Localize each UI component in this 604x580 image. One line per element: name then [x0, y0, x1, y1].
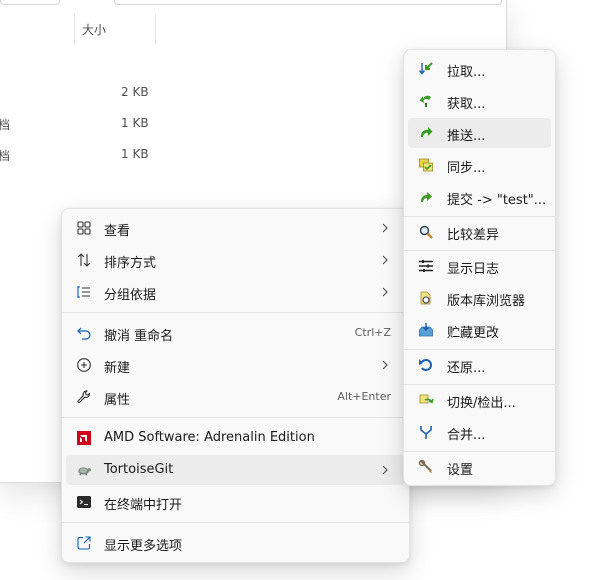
tortoise-icon — [78, 467, 91, 476]
submenu-item-show-log[interactable]: 显示日志 — [408, 251, 551, 281]
submenu-item-label: 比较差异 — [447, 228, 500, 243]
toolbar-box-left — [0, 0, 60, 5]
file-type: 档 — [0, 149, 11, 163]
pull-icon — [418, 62, 433, 75]
undo-icon — [77, 327, 91, 340]
submenu-item-label: 推送... — [447, 129, 486, 144]
repo-browser-icon — [420, 291, 431, 305]
terminal-icon — [77, 496, 91, 508]
menu-item-view[interactable]: 查看 — [66, 213, 405, 243]
submenu-item-push[interactable]: 推送... — [408, 118, 551, 148]
chevron-right-icon — [382, 465, 388, 475]
submenu-item-label: 提交 -> "test"... — [447, 193, 547, 208]
submenu-item-label: 贮藏更改 — [447, 326, 500, 341]
submenu-item-sync[interactable]: 同步... — [408, 150, 551, 180]
submenu-item-label: 显示日志 — [447, 262, 500, 277]
column-header-size-label: 大小 — [82, 22, 107, 37]
submenu-item-label: 设置 — [447, 463, 474, 478]
menu-item-label: 显示更多选项 — [104, 539, 183, 554]
column-header-size[interactable]: 大小 — [82, 14, 106, 44]
column-separator[interactable] — [155, 14, 156, 44]
menu-separator — [62, 312, 409, 313]
revert-icon — [419, 359, 432, 371]
submenu-item-pull[interactable]: 拉取... — [408, 54, 551, 84]
shortcut-hint: Alt+Enter — [337, 390, 391, 403]
merge-icon — [420, 426, 432, 439]
submenu-item-diff[interactable]: 比较差异 — [408, 217, 551, 247]
chevron-right-icon — [382, 223, 388, 233]
submenu-item-revert[interactable]: 还原... — [408, 350, 551, 380]
chevron-right-icon — [382, 255, 388, 265]
file-size: 1 KB — [121, 116, 149, 130]
chevron-right-icon — [382, 360, 388, 370]
submenu-item-commit[interactable]: 提交 -> "test"... — [408, 182, 551, 212]
submenu-item-settings[interactable]: 设置 — [408, 452, 551, 482]
menu-item-label: 在终端中打开 — [104, 498, 183, 513]
plus-circle-icon — [77, 358, 91, 372]
chevron-right-icon — [382, 287, 388, 297]
menu-item-label: 查看 — [104, 224, 131, 239]
menu-item-amd-software[interactable]: AMD Software: Adrenalin Edition — [66, 423, 405, 453]
menu-item-label: 新建 — [104, 361, 131, 376]
menu-item-label: AMD Software: Adrenalin Edition — [104, 430, 315, 445]
shortcut-hint: Ctrl+Z — [354, 326, 391, 339]
submenu-item-label: 合并... — [447, 428, 486, 443]
submenu-item-label: 版本库浏览器 — [447, 294, 526, 309]
menu-separator — [62, 417, 409, 418]
submenu-item-label: 获取... — [447, 97, 486, 112]
menu-item-tortoisegit[interactable]: TortoiseGit — [66, 455, 405, 485]
menu-item-new[interactable]: 新建 — [66, 350, 405, 380]
context-menu: 查看 排序方式 分组依据 撤消 重命名 Ctrl+Z 新建 属性 Alt+Ent… — [61, 208, 410, 563]
menu-item-show-more-options[interactable]: 显示更多选项 — [66, 528, 405, 558]
tortoisegit-submenu: 拉取... 获取... 推送... 同步... 提交 -> "test"... — [403, 49, 556, 486]
sync-icon — [419, 158, 433, 172]
submenu-item-stash[interactable]: 贮藏更改 — [408, 315, 551, 345]
menu-item-open-in-terminal[interactable]: 在终端中打开 — [66, 487, 405, 517]
sort-arrows-icon — [77, 253, 91, 267]
settings-icon — [418, 459, 432, 473]
menu-item-properties[interactable]: 属性 Alt+Enter — [66, 382, 405, 412]
submenu-item-fetch[interactable]: 获取... — [408, 86, 551, 116]
share-open-icon — [77, 536, 91, 550]
menu-item-label: 分组依据 — [104, 288, 157, 303]
file-size: 1 KB — [121, 147, 149, 161]
wrench-icon — [77, 390, 91, 404]
list-group-icon — [77, 286, 90, 298]
amd-logo-icon — [77, 431, 91, 445]
push-icon — [420, 127, 433, 137]
menu-item-label: 属性 — [104, 393, 131, 408]
switch-checkout-icon — [419, 394, 434, 405]
stash-icon — [419, 323, 433, 337]
submenu-item-label: 拉取... — [447, 65, 486, 80]
submenu-item-label: 切换/检出... — [447, 396, 516, 411]
submenu-item-label: 同步... — [447, 161, 486, 176]
menu-item-label: 撤消 重命名 — [104, 329, 174, 344]
commit-icon — [420, 192, 432, 202]
submenu-item-repo-browser[interactable]: 版本库浏览器 — [408, 283, 551, 313]
menu-item-group-by[interactable]: 分组依据 — [66, 277, 405, 307]
menu-item-undo-rename[interactable]: 撤消 重命名 Ctrl+Z — [66, 318, 405, 348]
log-icon — [419, 260, 433, 272]
menu-item-sort-by[interactable]: 排序方式 — [66, 245, 405, 275]
diff-magnifier-icon — [419, 225, 433, 239]
menu-item-label: 排序方式 — [104, 256, 157, 271]
menu-item-label: TortoiseGit — [104, 462, 174, 477]
fetch-icon — [419, 95, 431, 107]
grid-icon — [77, 221, 91, 235]
submenu-item-label: 还原... — [447, 361, 486, 376]
submenu-item-merge[interactable]: 合并... — [408, 417, 551, 447]
file-type: 档 — [0, 118, 11, 132]
submenu-item-switch-checkout[interactable]: 切换/检出... — [408, 385, 551, 415]
menu-separator — [62, 522, 409, 523]
column-separator[interactable] — [74, 14, 75, 44]
toolbar-box-right — [114, 0, 502, 5]
file-size: 2 KB — [121, 85, 149, 99]
